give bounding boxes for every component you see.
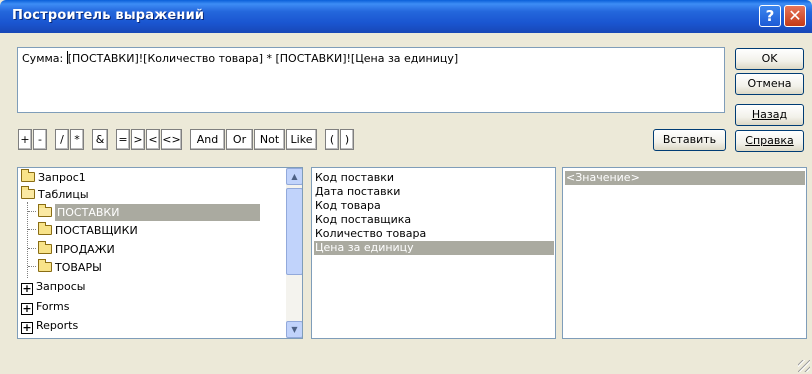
insert-button[interactable]: Вставить bbox=[653, 129, 726, 151]
tree-connector bbox=[28, 229, 36, 230]
values-pane[interactable]: <Значение> bbox=[562, 167, 807, 339]
operator-minus-button[interactable]: - bbox=[33, 129, 47, 150]
tree-connector bbox=[28, 248, 36, 249]
tree-item-sales[interactable]: ПРОДАЖИ bbox=[38, 241, 115, 258]
ok-button[interactable]: OK bbox=[735, 48, 804, 70]
tree-item-reports[interactable]: + Reports bbox=[21, 317, 78, 334]
help-label: Справка bbox=[745, 134, 794, 147]
tree-connector bbox=[28, 266, 36, 267]
tree-item-forms[interactable]: + Forms bbox=[21, 298, 69, 315]
operator-less-button[interactable]: < bbox=[146, 129, 160, 150]
tree-item-label: Запросы bbox=[36, 280, 86, 293]
tree-item-tables[interactable]: Таблицы bbox=[21, 186, 89, 203]
plus-box-icon[interactable]: + bbox=[21, 322, 33, 334]
operator-divide-button[interactable]: / bbox=[55, 129, 69, 150]
tree-item-label: ПОСТАВЩИКИ bbox=[55, 224, 138, 237]
operator-multiply-button[interactable]: * bbox=[70, 129, 84, 150]
field-item[interactable]: Код поставщика bbox=[315, 213, 411, 227]
operator-equals-button[interactable]: = bbox=[116, 129, 130, 150]
value-item-selected[interactable]: <Значение> bbox=[565, 171, 805, 185]
operator-greater-button[interactable]: > bbox=[131, 129, 145, 150]
folder-open-icon bbox=[38, 204, 52, 217]
folder-icon bbox=[38, 222, 52, 235]
operator-or-button[interactable]: Or bbox=[226, 129, 253, 150]
operator-like-button[interactable]: Like bbox=[286, 129, 317, 150]
scroll-down-arrow-icon[interactable]: ▼ bbox=[286, 321, 302, 338]
folder-open-icon bbox=[21, 186, 35, 199]
folder-icon bbox=[21, 169, 35, 182]
title-bar[interactable]: Построитель выражений ? ✕ bbox=[0, 0, 812, 33]
tree-item-label: Таблицы bbox=[38, 188, 89, 201]
operator-plus-button[interactable]: + bbox=[18, 129, 32, 150]
object-tree-pane[interactable]: Запрос1 Таблицы ПОСТАВКИ ПОСТАВЩИКИ ПРОД… bbox=[17, 167, 303, 339]
scroll-thumb[interactable] bbox=[286, 188, 302, 275]
expression-builder-dialog: Построитель выражений ? ✕ Сумма: [ПОСТАВ… bbox=[0, 0, 812, 374]
tree-item-goods[interactable]: ТОВАРЫ bbox=[38, 259, 102, 276]
expression-prefix: Сумма: bbox=[22, 52, 67, 65]
operator-not-equal-button[interactable]: <> bbox=[161, 129, 182, 150]
plus-box-icon[interactable]: + bbox=[21, 283, 33, 295]
tree-connector bbox=[28, 211, 36, 212]
title-help-button[interactable]: ? bbox=[759, 5, 781, 27]
operator-close-paren-button[interactable]: ) bbox=[340, 129, 354, 150]
expression-text: [ПОСТАВКИ]![Количество товара] * [ПОСТАВ… bbox=[67, 52, 459, 65]
tree-item-query1[interactable]: Запрос1 bbox=[21, 169, 86, 186]
plus-box-icon[interactable]: + bbox=[21, 303, 33, 315]
tree-item-label: Reports bbox=[36, 319, 79, 332]
operator-not-button[interactable]: Not bbox=[254, 129, 285, 150]
close-button[interactable]: ✕ bbox=[784, 5, 806, 27]
resize-grip[interactable] bbox=[798, 360, 810, 372]
operator-open-paren-button[interactable]: ( bbox=[325, 129, 339, 150]
field-item[interactable]: Код поставки bbox=[315, 171, 394, 185]
cancel-button[interactable]: Отмена bbox=[735, 73, 804, 95]
tree-item-queries[interactable]: + Запросы bbox=[21, 278, 85, 295]
expression-box[interactable]: Сумма: [ПОСТАВКИ]![Количество товара] * … bbox=[17, 47, 725, 113]
tree-item-suppliers[interactable]: ПОСТАВЩИКИ bbox=[38, 222, 138, 239]
operator-concat-button[interactable]: & bbox=[92, 129, 108, 150]
field-item-selected[interactable]: Цена за единицу bbox=[314, 241, 554, 255]
folder-icon bbox=[38, 241, 52, 254]
help-button[interactable]: Справка bbox=[735, 130, 804, 152]
fields-pane[interactable]: Код поставки Дата поставки Код товара Ко… bbox=[311, 167, 556, 339]
tree-item-postavki[interactable]: ПОСТАВКИ bbox=[38, 204, 260, 221]
back-button[interactable]: Назад bbox=[735, 104, 804, 126]
tree-item-label: ПРОДАЖИ bbox=[55, 243, 115, 256]
tree-item-label: ТОВАРЫ bbox=[55, 261, 102, 274]
field-item[interactable]: Код товара bbox=[315, 199, 381, 213]
tree-item-label: Запрос1 bbox=[38, 171, 86, 184]
scroll-up-arrow-icon[interactable]: ▲ bbox=[286, 168, 302, 185]
tree-item-label: ПОСТАВКИ bbox=[55, 204, 260, 221]
field-item[interactable]: Дата поставки bbox=[315, 185, 400, 199]
field-item[interactable]: Количество товара bbox=[315, 227, 426, 241]
back-label: Назад bbox=[751, 108, 788, 121]
tree-scrollbar[interactable]: ▲ ▼ bbox=[286, 168, 302, 338]
tree-item-label: Forms bbox=[36, 300, 70, 313]
operator-and-button[interactable]: And bbox=[190, 129, 225, 150]
window-title: Построитель выражений bbox=[12, 8, 205, 23]
folder-icon bbox=[38, 259, 52, 272]
